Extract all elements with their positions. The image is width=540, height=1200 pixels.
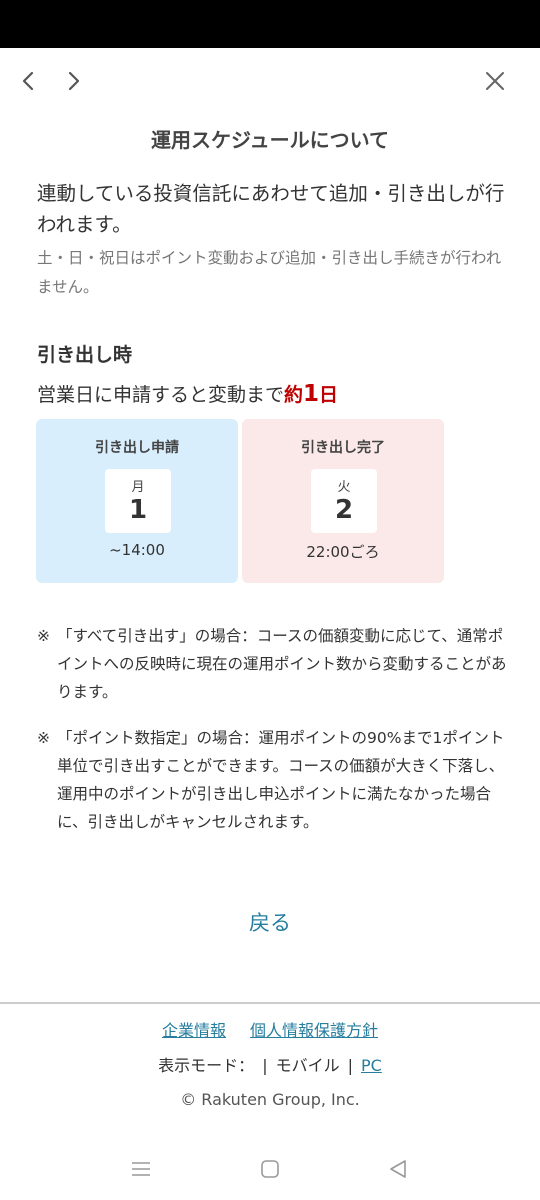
company-info-link[interactable]: 企業情報	[162, 1021, 226, 1040]
page-title: 運用スケジュールについて	[151, 128, 389, 152]
schedule-description: 営業日に申請すると変動まで約1日	[37, 380, 338, 407]
withdrawal-complete-card: 引き出し完了 火 2 22:00ごろ	[242, 419, 444, 583]
highlight-number: 1	[303, 381, 320, 407]
card-time: ~14:00	[109, 541, 165, 559]
card-label: 引き出し申請	[95, 440, 179, 456]
system-nav-bar	[0, 1140, 540, 1200]
highlight-pre: 約	[284, 384, 304, 406]
footer-links: 企業情報 個人情報保護方針	[0, 1017, 540, 1041]
note-text: 「ポイント数指定」の場合：運用ポイントの90%まで1ポイント単位で引き出すことが…	[57, 729, 505, 831]
forward-button[interactable]	[57, 64, 91, 98]
mobile-mode: モバイル	[275, 1056, 340, 1075]
card-time: 22:00ごろ	[306, 543, 380, 561]
display-mode: 表示モード： | モバイル | PC	[0, 1052, 540, 1076]
schedule-highlight: 約1日	[284, 381, 339, 407]
system-home-button[interactable]	[255, 1154, 285, 1184]
separator: |	[262, 1056, 268, 1075]
close-icon	[486, 72, 504, 90]
system-back-button[interactable]	[383, 1154, 413, 1184]
day-number: 1	[128, 495, 148, 525]
triangle-back-icon	[390, 1160, 406, 1178]
card-label: 引き出し完了	[301, 440, 385, 456]
home-square-icon	[261, 1160, 279, 1178]
lead-text: 連動している投資信託にあわせて追加・引き出しが行われます。	[37, 182, 505, 236]
note-withdraw-all: ※ 「すべて引き出す」の場合：コースの価額変動に応じて、通常ポイントへの反映時に…	[37, 622, 507, 706]
note-mark: ※	[37, 627, 50, 645]
note-mark: ※	[37, 729, 50, 747]
status-bar	[0, 0, 540, 48]
day-number: 2	[334, 495, 354, 525]
system-menu-button[interactable]	[126, 1154, 156, 1184]
day-box: 月 1	[105, 469, 171, 533]
note-point-amount: ※ 「ポイント数指定」の場合：運用ポイントの90%まで1ポイント単位で引き出すこ…	[37, 724, 507, 836]
day-name: 月	[131, 480, 145, 495]
privacy-policy-link[interactable]: 個人情報保護方針	[250, 1021, 378, 1040]
holiday-note: 土・日・祝日はポイント変動および追加・引き出し手続きが行われません。	[37, 249, 502, 296]
menu-lines-icon	[132, 1162, 150, 1176]
note-text: 「すべて引き出す」の場合：コースの価額変動に応じて、通常ポイントへの反映時に現在…	[57, 627, 507, 701]
schedule-desc-prefix: 営業日に申請すると変動まで	[37, 384, 285, 406]
return-link[interactable]: 戻る	[0, 907, 540, 937]
withdrawal-heading: 引き出し時	[37, 344, 133, 366]
chevron-right-icon	[68, 71, 80, 91]
top-nav	[0, 48, 540, 114]
footer-divider	[0, 1002, 540, 1004]
day-name: 火	[337, 480, 351, 495]
withdrawal-request-card: 引き出し申請 月 1 ~14:00	[36, 419, 238, 583]
day-box: 火 2	[311, 469, 377, 533]
chevron-left-icon	[22, 71, 34, 91]
highlight-post: 日	[319, 384, 339, 406]
display-mode-label: 表示モード：	[158, 1056, 255, 1075]
close-button[interactable]	[478, 64, 512, 98]
copyright: © Rakuten Group, Inc.	[180, 1090, 360, 1109]
separator: |	[347, 1056, 353, 1075]
pc-mode-link[interactable]: PC	[361, 1056, 382, 1075]
back-button[interactable]	[11, 64, 45, 98]
